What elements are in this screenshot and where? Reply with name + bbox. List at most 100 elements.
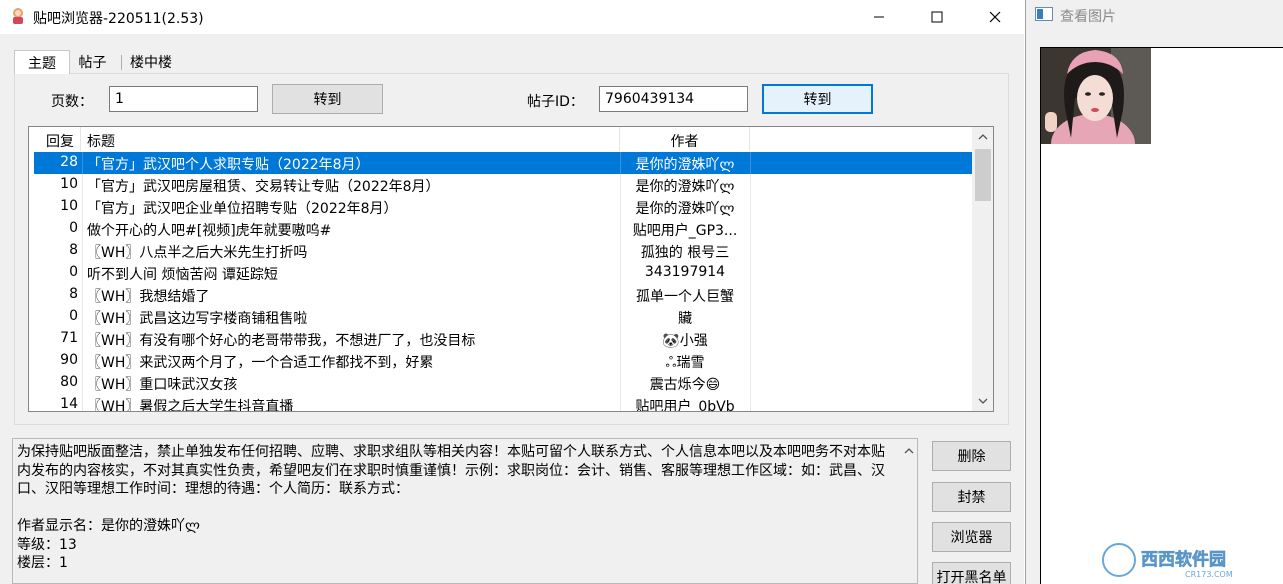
page-input[interactable]	[109, 86, 258, 112]
column-divider	[82, 328, 83, 350]
cell-replies: 10	[60, 176, 78, 192]
cell-title: 「官方」武汉吧企业单位招聘专贴（2022年8月）	[87, 201, 398, 217]
column-header-empty	[750, 127, 972, 151]
delete-button[interactable]: 删除	[932, 441, 1011, 471]
goto-page-button[interactable]: 转到	[272, 84, 383, 114]
tab-posts[interactable]: 帖子	[70, 50, 115, 73]
table-row[interactable]: 28 「官方」武汉吧个人求职专贴（2022年8月） 是你的澄姝吖ლ	[34, 152, 972, 174]
cell-title: 〖WH〗武昌这边写字楼商铺租售啦	[87, 311, 308, 327]
column-header-author[interactable]: 作者	[620, 127, 750, 151]
table-row[interactable]: 14 〖WH〗暑假之后大学生抖音直播 贴吧用户_0bVb	[34, 394, 972, 412]
post-id-label: 帖子ID：	[527, 94, 584, 110]
cell-title: 〖WH〗暑假之后大学生抖音直播	[87, 399, 294, 412]
cell-replies: 0	[69, 220, 78, 236]
column-divider	[82, 218, 83, 240]
ban-button[interactable]: 封禁	[932, 482, 1011, 512]
detail-scrollbar[interactable]	[899, 439, 917, 583]
preview-photo[interactable]	[1041, 48, 1151, 144]
cell-title: 「官方」武汉吧房屋租赁、交易转让专贴（2022年8月）	[87, 179, 440, 195]
cell-title: 「官方」武汉吧个人求职专贴（2022年8月）	[87, 157, 370, 173]
close-icon	[989, 11, 1001, 23]
watermark-logo: 西西软件园 CR173.COM	[1099, 540, 1279, 580]
detail-text-box[interactable]: 为保持贴吧版面整洁，禁止单独发布任何招聘、应聘、求职求组队等相关内容！本贴可留个…	[12, 438, 918, 584]
maximize-icon	[931, 11, 943, 23]
post-list[interactable]: 回复 标题 作者 28 「官方」武汉吧个人求职专贴（2022年8月） 是你的澄姝吖ლ…	[28, 126, 994, 412]
table-row[interactable]: 8 〖WH〗八点半之后大米先生打折吗 孤独的 根号三	[34, 240, 972, 262]
column-divider	[750, 284, 751, 306]
app-avatar-icon	[13, 8, 23, 24]
cell-title: 做个开心的人吧#[视频]虎年就要嗷呜#	[87, 223, 332, 239]
detail-scroll-up-arrow[interactable]	[899, 441, 917, 461]
cell-author: 是你的澄姝吖ლ	[635, 157, 735, 173]
chevron-down-icon	[978, 398, 987, 404]
column-divider	[82, 196, 83, 218]
list-scrollbar[interactable]	[972, 127, 993, 411]
column-divider	[82, 262, 83, 284]
main-window: 贴吧浏览器-220511(2.53) 主题 帖子 楼中楼 页数： 转到 帖子ID…	[0, 0, 1024, 584]
column-divider	[750, 240, 751, 262]
table-row[interactable]: 0 听不到人间 烦恼苦闷 谭延踪短 343197914	[34, 262, 972, 284]
column-divider	[750, 262, 751, 284]
cell-replies: 90	[60, 352, 78, 368]
watermark-text: 西西软件园	[1141, 549, 1226, 570]
chevron-up-icon	[978, 134, 987, 140]
cell-replies: 28	[60, 154, 78, 170]
cell-title: 〖WH〗八点半之后大米先生打折吗	[87, 245, 308, 261]
table-row[interactable]: 8 〖WH〗我想结婚了 孤单一个人巨蟹	[34, 284, 972, 306]
column-divider	[750, 152, 751, 174]
column-divider	[82, 372, 83, 394]
column-divider	[82, 240, 83, 262]
title-bar[interactable]: 贴吧浏览器-220511(2.53)	[0, 0, 1024, 34]
cell-author: ஃ瑞雪	[665, 355, 705, 371]
window-title: 贴吧浏览器-220511(2.53)	[33, 11, 204, 27]
tab-floor-in-floor[interactable]: 楼中楼	[122, 50, 180, 73]
tab-main[interactable]: 主题	[14, 50, 70, 74]
cell-replies: 8	[69, 286, 78, 302]
table-row[interactable]: 0 做个开心的人吧#[视频]虎年就要嗷呜# 贴吧用户_GP3...	[34, 218, 972, 240]
cell-title: 〖WH〗有没有哪个好心的老哥带带我，不想进厂了，也没目标	[87, 333, 476, 349]
table-row[interactable]: 90 〖WH〗来武汉两个月了，一个合适工作都找不到，好累 ஃ瑞雪	[34, 350, 972, 372]
goto-post-button[interactable]: 转到	[762, 84, 873, 114]
cell-replies: 71	[60, 330, 78, 346]
table-row[interactable]: 80 〖WH〗重口味武汉女孩 震古烁今😄	[34, 372, 972, 394]
scroll-up-arrow[interactable]	[972, 127, 993, 147]
table-row[interactable]: 71 〖WH〗有没有哪个好心的老哥带带我，不想进厂了，也没目标 🐼小强	[34, 328, 972, 350]
table-row[interactable]: 10 「官方」武汉吧企业单位招聘专贴（2022年8月） 是你的澄姝吖ლ	[34, 196, 972, 218]
cell-replies: 80	[60, 374, 78, 390]
cell-replies: 8	[69, 242, 78, 258]
picture-icon	[1035, 7, 1053, 21]
cell-author: 是你的澄姝吖ლ	[635, 179, 735, 195]
cell-title: 〖WH〗我想结婚了	[87, 289, 210, 305]
list-header: 回复 标题 作者	[29, 127, 972, 151]
browser-button[interactable]: 浏览器	[932, 522, 1011, 552]
cell-replies: 10	[60, 198, 78, 214]
page-label: 页数：	[51, 94, 93, 110]
viewer-title: 查看图片	[1060, 9, 1116, 25]
column-divider	[82, 394, 83, 411]
post-id-input[interactable]	[599, 86, 748, 112]
minimize-button[interactable]	[850, 0, 908, 34]
column-divider	[82, 350, 83, 372]
column-divider	[82, 306, 83, 328]
column-header-title[interactable]: 标题	[81, 127, 620, 151]
scroll-thumb[interactable]	[975, 149, 991, 201]
cell-author: 孤独的 根号三	[640, 245, 730, 261]
column-divider	[82, 152, 83, 174]
cell-title: 〖WH〗重口味武汉女孩	[87, 377, 238, 393]
cell-author: 孤单一个人巨蟹	[636, 289, 734, 305]
table-row[interactable]: 10 「官方」武汉吧房屋租赁、交易转让专贴（2022年8月） 是你的澄姝吖ლ	[34, 174, 972, 196]
column-divider	[750, 350, 751, 372]
column-divider	[750, 218, 751, 240]
cell-author: 是你的澄姝吖ლ	[635, 201, 735, 217]
cell-author: 🐼小强	[662, 333, 708, 349]
cell-author: 贴吧用户_0bVb	[635, 399, 735, 412]
image-canvas[interactable]: 西西软件园 CR173.COM	[1040, 47, 1283, 584]
cell-replies: 0	[69, 264, 78, 280]
table-row[interactable]: 0 〖WH〗武昌这边写字楼商铺租售啦 贜	[34, 306, 972, 328]
close-button[interactable]	[966, 0, 1024, 34]
scroll-down-arrow[interactable]	[972, 391, 993, 411]
column-header-replies[interactable]: 回复	[29, 127, 81, 151]
open-blacklist-button[interactable]: 打开黑名单	[932, 562, 1011, 584]
maximize-button[interactable]	[908, 0, 966, 34]
cell-title: 〖WH〗来武汉两个月了，一个合适工作都找不到，好累	[87, 355, 434, 371]
